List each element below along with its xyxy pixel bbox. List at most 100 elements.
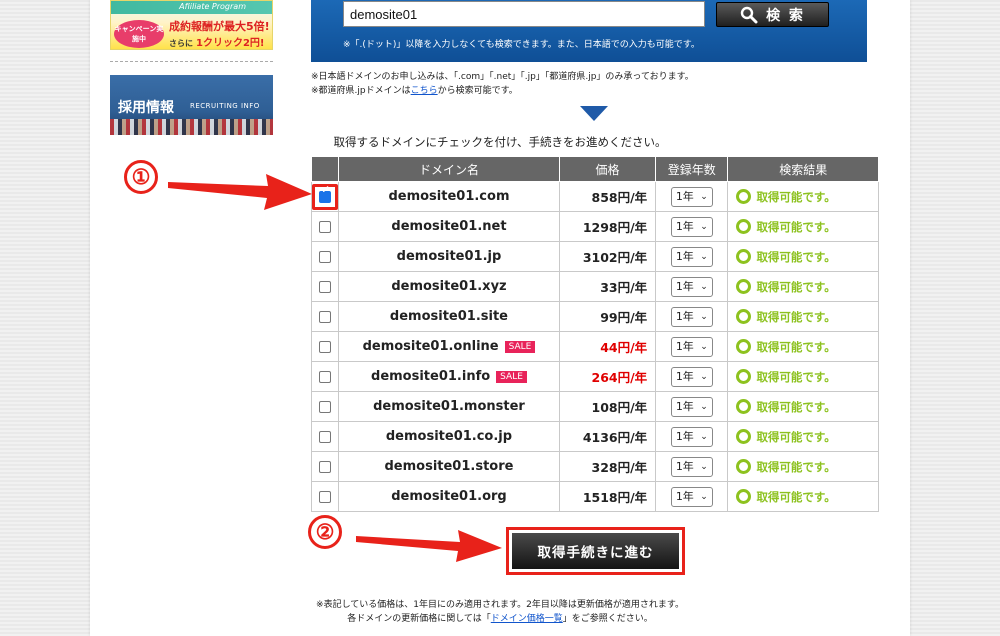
- years-cell: 1年 ⌄: [655, 241, 729, 272]
- recruiting-banner-title: 採用情報: [118, 100, 174, 116]
- years-select[interactable]: 1年 ⌄: [670, 216, 713, 237]
- years-cell: 1年 ⌄: [655, 391, 729, 422]
- domain-name: demosite01.co.jp: [385, 429, 513, 444]
- header-price: 価格: [558, 156, 657, 182]
- domain-name-cell: demosite01.net: [338, 211, 560, 242]
- chevron-down-icon: ⌄: [700, 191, 708, 202]
- result-text: 取得可能です。: [756, 279, 836, 294]
- years-select[interactable]: 1年 ⌄: [670, 456, 713, 477]
- header-domain-name: ドメイン名: [338, 156, 560, 182]
- result-cell: 取得可能です。: [727, 481, 879, 512]
- domain-checkbox[interactable]: [319, 281, 332, 293]
- years-select[interactable]: 1年 ⌄: [670, 306, 713, 327]
- domain-search-input[interactable]: [343, 1, 705, 27]
- domain-checkbox[interactable]: [319, 401, 332, 413]
- years-select[interactable]: 1年 ⌄: [670, 486, 713, 507]
- domain-name: demosite01.info: [371, 369, 491, 384]
- years-select[interactable]: 1年 ⌄: [670, 186, 713, 207]
- result-cell: 取得可能です。: [727, 361, 879, 392]
- result-text: 取得可能です。: [756, 249, 836, 264]
- notes-line2-post: から検索可能です。: [437, 86, 518, 96]
- domain-price: 1518円/年: [558, 481, 657, 512]
- checkbox-cell: [310, 241, 340, 272]
- years-select[interactable]: 1年 ⌄: [670, 336, 713, 357]
- available-circle-icon: [736, 189, 752, 204]
- domain-checkbox[interactable]: [319, 251, 332, 263]
- domain-checkbox[interactable]: [319, 431, 332, 443]
- domain-checkbox[interactable]: [319, 371, 332, 383]
- years-cell: 1年 ⌄: [655, 361, 729, 392]
- checkbox-cell: [310, 331, 340, 362]
- years-select[interactable]: 1年 ⌄: [670, 396, 713, 417]
- years-select-value: 1年: [675, 489, 694, 503]
- domain-checkbox[interactable]: [319, 491, 332, 503]
- checkbox-cell: [310, 451, 340, 482]
- checkbox-cell: [310, 361, 340, 392]
- chevron-down-icon: ⌄: [700, 251, 708, 262]
- domain-price: 108円/年: [558, 391, 657, 422]
- available-circle-icon: [736, 309, 752, 324]
- result-text: 取得可能です。: [756, 429, 836, 444]
- domain-name: demosite01.com: [388, 189, 510, 204]
- price-footnote: ※表記している価格は、1年目にのみ適用されます。2年目以降は更新価格が適用されま…: [90, 598, 910, 626]
- footnote-line1: ※表記している価格は、1年目にのみ適用されます。2年目以降は更新価格が適用されま…: [316, 600, 684, 610]
- years-select-value: 1年: [675, 309, 694, 323]
- domain-checkbox[interactable]: [319, 341, 332, 353]
- checkbox-cell: [310, 271, 340, 302]
- years-select-value: 1年: [675, 399, 694, 413]
- checkbox-cell: [310, 301, 340, 332]
- recruiting-banner-subtitle: RECRUITING INFO: [190, 102, 260, 110]
- domain-checkbox[interactable]: [319, 311, 332, 323]
- recruiting-banner[interactable]: 採用情報 RECRUITING INFO: [110, 75, 273, 135]
- domain-checkbox[interactable]: [319, 190, 332, 203]
- domain-name-cell: demosite01.online SALE: [338, 331, 560, 362]
- step2-badge: ②: [308, 515, 342, 549]
- years-cell: 1年 ⌄: [655, 301, 729, 332]
- domain-price: 1298円/年: [558, 211, 657, 242]
- checkbox-cell: [310, 181, 340, 212]
- domain-price-list-link[interactable]: ドメイン価格一覧: [491, 614, 563, 624]
- affiliate-banner[interactable]: Afiiliate Program キャンペーン実施中 成約報酬が最大5倍! さ…: [110, 0, 273, 50]
- domain-price: 264円/年: [558, 361, 657, 392]
- domain-name-cell: demosite01.xyz: [338, 271, 560, 302]
- chevron-down-icon: ⌄: [700, 491, 708, 502]
- domain-name: demosite01.monster: [373, 399, 525, 414]
- domain-price: 4136円/年: [558, 421, 657, 452]
- proceed-button[interactable]: 取得手続きに進む: [512, 533, 679, 569]
- result-cell: 取得可能です。: [727, 331, 879, 362]
- years-select[interactable]: 1年 ⌄: [670, 366, 713, 387]
- domain-name-cell: demosite01.jp: [338, 241, 560, 272]
- available-circle-icon: [736, 429, 752, 444]
- prefecture-domain-link[interactable]: こちら: [411, 86, 438, 96]
- years-cell: 1年 ⌄: [655, 211, 729, 242]
- header-result: 検索結果: [727, 156, 879, 182]
- notes-line1: ※日本語ドメインのお申し込みは、「.com」「.net」「.jp」「都道府県.j…: [311, 72, 694, 82]
- proceed-button-highlight: 取得手続きに進む: [506, 527, 685, 575]
- notes-line2-pre: ※都道府県.jpドメインは: [311, 86, 411, 96]
- down-arrow-icon: [580, 106, 608, 121]
- years-select[interactable]: 1年 ⌄: [670, 246, 713, 267]
- table-row: demosite01.co.jp 4136円/年 1年 ⌄ 取得可能です。: [310, 421, 879, 452]
- search-button[interactable]: 検 索: [716, 2, 829, 27]
- years-select-value: 1年: [675, 189, 694, 203]
- years-select[interactable]: 1年 ⌄: [670, 276, 713, 297]
- domain-name: demosite01.online: [362, 339, 499, 354]
- campaign-badge: キャンペーン実施中: [114, 20, 164, 48]
- footnote-line2-post: 」をご参照ください。: [562, 614, 653, 624]
- footnote-line2: 各ドメインの更新価格に関しては「ドメイン価格一覧」をご参照ください。: [90, 612, 910, 626]
- domain-checkbox[interactable]: [319, 461, 332, 473]
- sale-badge: SALE: [496, 371, 527, 383]
- domain-name-cell: demosite01.site: [338, 301, 560, 332]
- result-text: 取得可能です。: [756, 399, 836, 414]
- years-cell: 1年 ⌄: [655, 331, 729, 362]
- chevron-down-icon: ⌄: [700, 371, 708, 382]
- available-circle-icon: [736, 459, 752, 474]
- domain-checkbox[interactable]: [319, 221, 332, 233]
- available-circle-icon: [736, 339, 752, 354]
- table-row: demosite01.store 328円/年 1年 ⌄ 取得可能です。: [310, 451, 879, 482]
- table-row: demosite01.jp 3102円/年 1年 ⌄ 取得可能です。: [310, 241, 879, 272]
- table-row: demosite01.com 858円/年 1年 ⌄ 取得可能です。: [310, 181, 879, 212]
- years-select[interactable]: 1年 ⌄: [670, 426, 713, 447]
- domain-price: 858円/年: [558, 181, 657, 212]
- domain-price: 33円/年: [558, 271, 657, 302]
